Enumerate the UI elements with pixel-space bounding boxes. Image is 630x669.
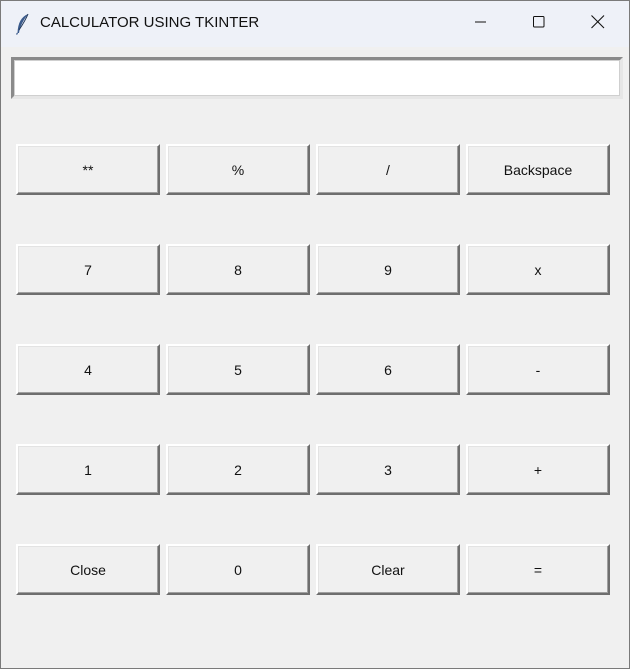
maximize-button[interactable] xyxy=(510,1,568,47)
close-window-button[interactable] xyxy=(569,1,627,47)
digit-8-button[interactable]: 8 xyxy=(166,244,310,295)
power-button[interactable]: ** xyxy=(16,144,160,195)
window-title: CALCULATOR USING TKINTER xyxy=(40,14,260,31)
divide-button[interactable]: / xyxy=(316,144,460,195)
close-icon xyxy=(591,14,605,34)
display-entry-frame xyxy=(11,57,623,99)
digit-2-button[interactable]: 2 xyxy=(166,444,310,495)
backspace-button[interactable]: Backspace xyxy=(466,144,610,195)
feather-icon xyxy=(15,13,31,35)
close-button[interactable]: Close xyxy=(16,544,160,595)
digit-6-button[interactable]: 6 xyxy=(316,344,460,395)
maximize-icon xyxy=(533,15,545,33)
multiply-button[interactable]: x xyxy=(466,244,610,295)
add-button[interactable]: + xyxy=(466,444,610,495)
digit-4-button[interactable]: 4 xyxy=(16,344,160,395)
calculator-window: CALCULATOR USING TKINTER ** % / Backspac… xyxy=(0,0,630,669)
digit-9-button[interactable]: 9 xyxy=(316,244,460,295)
digit-7-button[interactable]: 7 xyxy=(16,244,160,295)
digit-3-button[interactable]: 3 xyxy=(316,444,460,495)
digit-5-button[interactable]: 5 xyxy=(166,344,310,395)
display-entry[interactable] xyxy=(14,60,620,96)
digit-1-button[interactable]: 1 xyxy=(16,444,160,495)
minimize-icon xyxy=(475,15,487,33)
minimize-button[interactable] xyxy=(452,1,510,47)
clear-button[interactable]: Clear xyxy=(316,544,460,595)
digit-0-button[interactable]: 0 xyxy=(166,544,310,595)
equals-button[interactable]: = xyxy=(466,544,610,595)
title-bar[interactable]: CALCULATOR USING TKINTER xyxy=(1,1,629,47)
subtract-button[interactable]: - xyxy=(466,344,610,395)
modulo-button[interactable]: % xyxy=(166,144,310,195)
